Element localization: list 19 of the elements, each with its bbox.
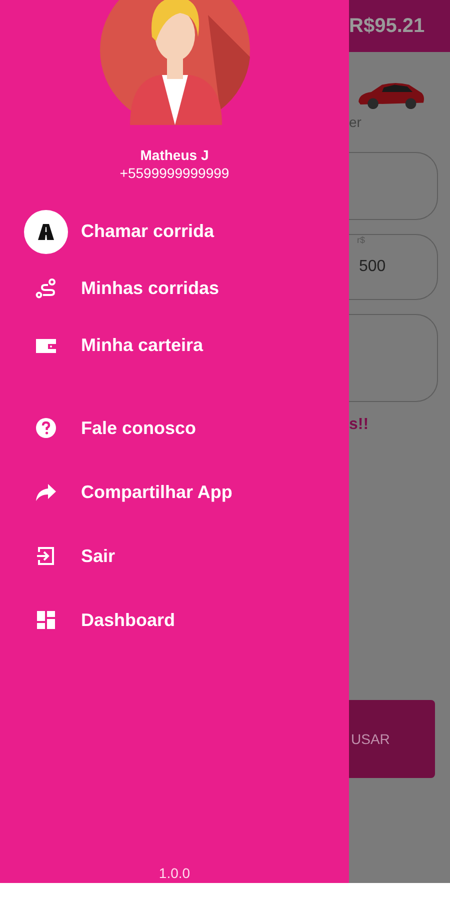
car-caption: er [349,114,362,130]
version-label: 1.0.0 [158,865,190,881]
menu-item[interactable]: Compartilhar App [0,460,349,524]
menu-item[interactable]: Chamar corrida [0,203,349,260]
help-icon [34,416,58,440]
balance-amount: R$95.21 [349,14,425,38]
menu-item[interactable]: Fale conosco [0,396,349,460]
input-field[interactable] [349,152,438,220]
menu-item[interactable]: Sair [0,524,349,588]
input-field[interactable] [349,314,438,402]
use-button[interactable]: USAR [349,700,435,778]
menu-item[interactable]: Minhas corridas [0,260,349,317]
dashboard-icon [34,608,58,632]
user-phone: +5599999999999 [120,165,230,181]
user-name: Matheus J [140,147,209,163]
menu-item[interactable]: Minha carteira [0,317,349,374]
promo-message: s!! [349,416,370,434]
route-icon [34,276,58,300]
menu-item[interactable]: Dashboard [0,588,349,652]
